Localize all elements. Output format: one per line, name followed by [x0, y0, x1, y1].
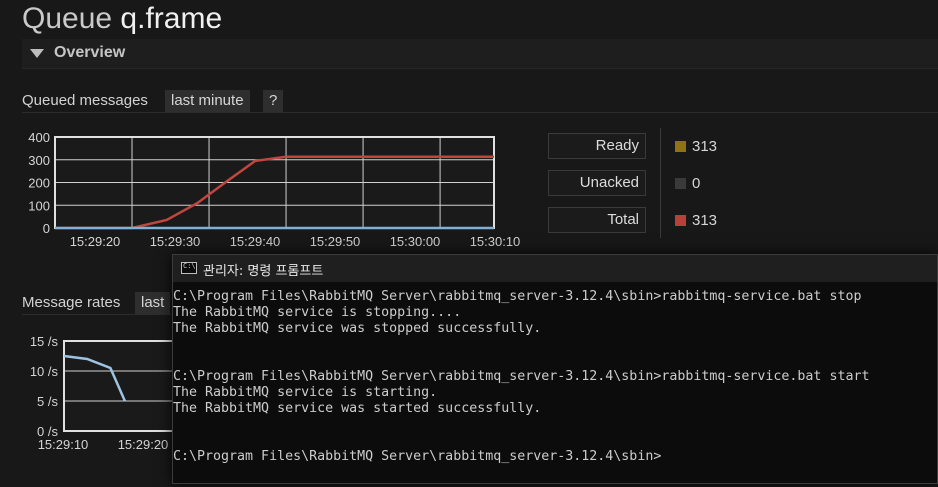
legend-unacked-value: 0: [692, 175, 701, 192]
command-prompt-window[interactable]: C:\ 관리자: 명령 프롬프트 C:\Program Files\Rabbit…: [172, 254, 938, 484]
y-tick-label: 200: [28, 176, 50, 191]
queued-messages-header: Queued messages last minute ?: [22, 90, 938, 113]
queued-messages-chart: 400 300 200 100 0 15:29:20 15:29:30 15:29:40 15:…: [28, 130, 521, 249]
y-tick-label: 15 /s: [30, 334, 59, 349]
overview-label: Overview: [54, 44, 126, 61]
y-tick-label: 100: [28, 198, 50, 213]
plot-area: [64, 341, 180, 431]
cmd-line: [173, 433, 937, 449]
x-tick-label: 15:29:10: [38, 437, 89, 452]
x-tick-label: 15:29:40: [230, 234, 281, 249]
y-tick-label: 0: [43, 221, 50, 236]
cmd-line: [173, 417, 937, 433]
queued-messages-title: Queued messages: [22, 92, 148, 109]
page-title-prefix: Queue: [22, 2, 113, 35]
cmd-line: [173, 353, 937, 369]
cmd-icon: C:\: [181, 262, 197, 274]
x-tick-label: 15:29:20: [70, 234, 121, 249]
cmd-line: C:\Program Files\RabbitMQ Server\rabbitm…: [173, 369, 870, 384]
x-tick-label: 15:30:00: [390, 234, 441, 249]
cmd-prompt-line[interactable]: C:\Program Files\RabbitMQ Server\rabbitm…: [173, 449, 937, 465]
legend-total-value: 313: [692, 212, 718, 229]
queued-help-button[interactable]: ?: [263, 90, 284, 112]
legend-divider: [660, 128, 661, 238]
cmd-line: The RabbitMQ service is stopping....: [173, 305, 462, 320]
queue-name: q.frame: [120, 2, 223, 35]
cmd-window-title: 관리자: 명령 프롬프트: [203, 264, 324, 279]
cmd-line: C:\Program Files\RabbitMQ Server\rabbitm…: [173, 289, 862, 304]
cmd-line: [173, 337, 937, 353]
cmd-output[interactable]: C:\Program Files\RabbitMQ Server\rabbitm…: [173, 289, 937, 465]
legend-ready-value: 313: [692, 138, 718, 155]
cmd-line: The RabbitMQ service was stopped success…: [173, 321, 542, 336]
message-rates-chart: 15 /s10 /s5 /s0 /s15:29:10 15:29:20: [30, 334, 180, 452]
rates-range-selector[interactable]: last: [135, 292, 171, 314]
legend-total-label[interactable]: Total: [548, 207, 646, 233]
legend-total-swatch: [675, 215, 686, 226]
y-tick-label: 5 /s: [37, 394, 58, 409]
legend-ready-label[interactable]: Ready: [548, 133, 646, 159]
x-tick-label: 15:29:50: [310, 234, 361, 249]
cmd-titlebar[interactable]: C:\ 관리자: 명령 프롬프트: [173, 255, 937, 282]
queued-range-selector[interactable]: last minute: [165, 90, 250, 112]
legend-ready-swatch: [675, 141, 686, 152]
message-rates-title: Message rates: [22, 294, 121, 311]
legend-unacked-label[interactable]: Unacked: [548, 170, 646, 196]
legend-unacked-swatch: [675, 178, 686, 189]
x-tick-label: 15:30:10: [470, 234, 521, 249]
overview-section-toggle[interactable]: Overview: [22, 39, 938, 69]
x-tick-label: 15:29:30: [150, 234, 201, 249]
page-title: Queue q.frame: [22, 2, 222, 36]
x-tick-label: 15:29:20: [118, 437, 169, 452]
y-tick-label: 10 /s: [30, 364, 59, 379]
caret-down-icon: [30, 49, 44, 58]
y-tick-label: 300: [28, 153, 50, 168]
y-tick-label: 400: [28, 130, 50, 145]
cmd-line: The RabbitMQ service is starting.: [173, 385, 438, 400]
cmd-line: The RabbitMQ service was started success…: [173, 401, 542, 416]
cmd-icon-text: C:\: [183, 262, 196, 270]
